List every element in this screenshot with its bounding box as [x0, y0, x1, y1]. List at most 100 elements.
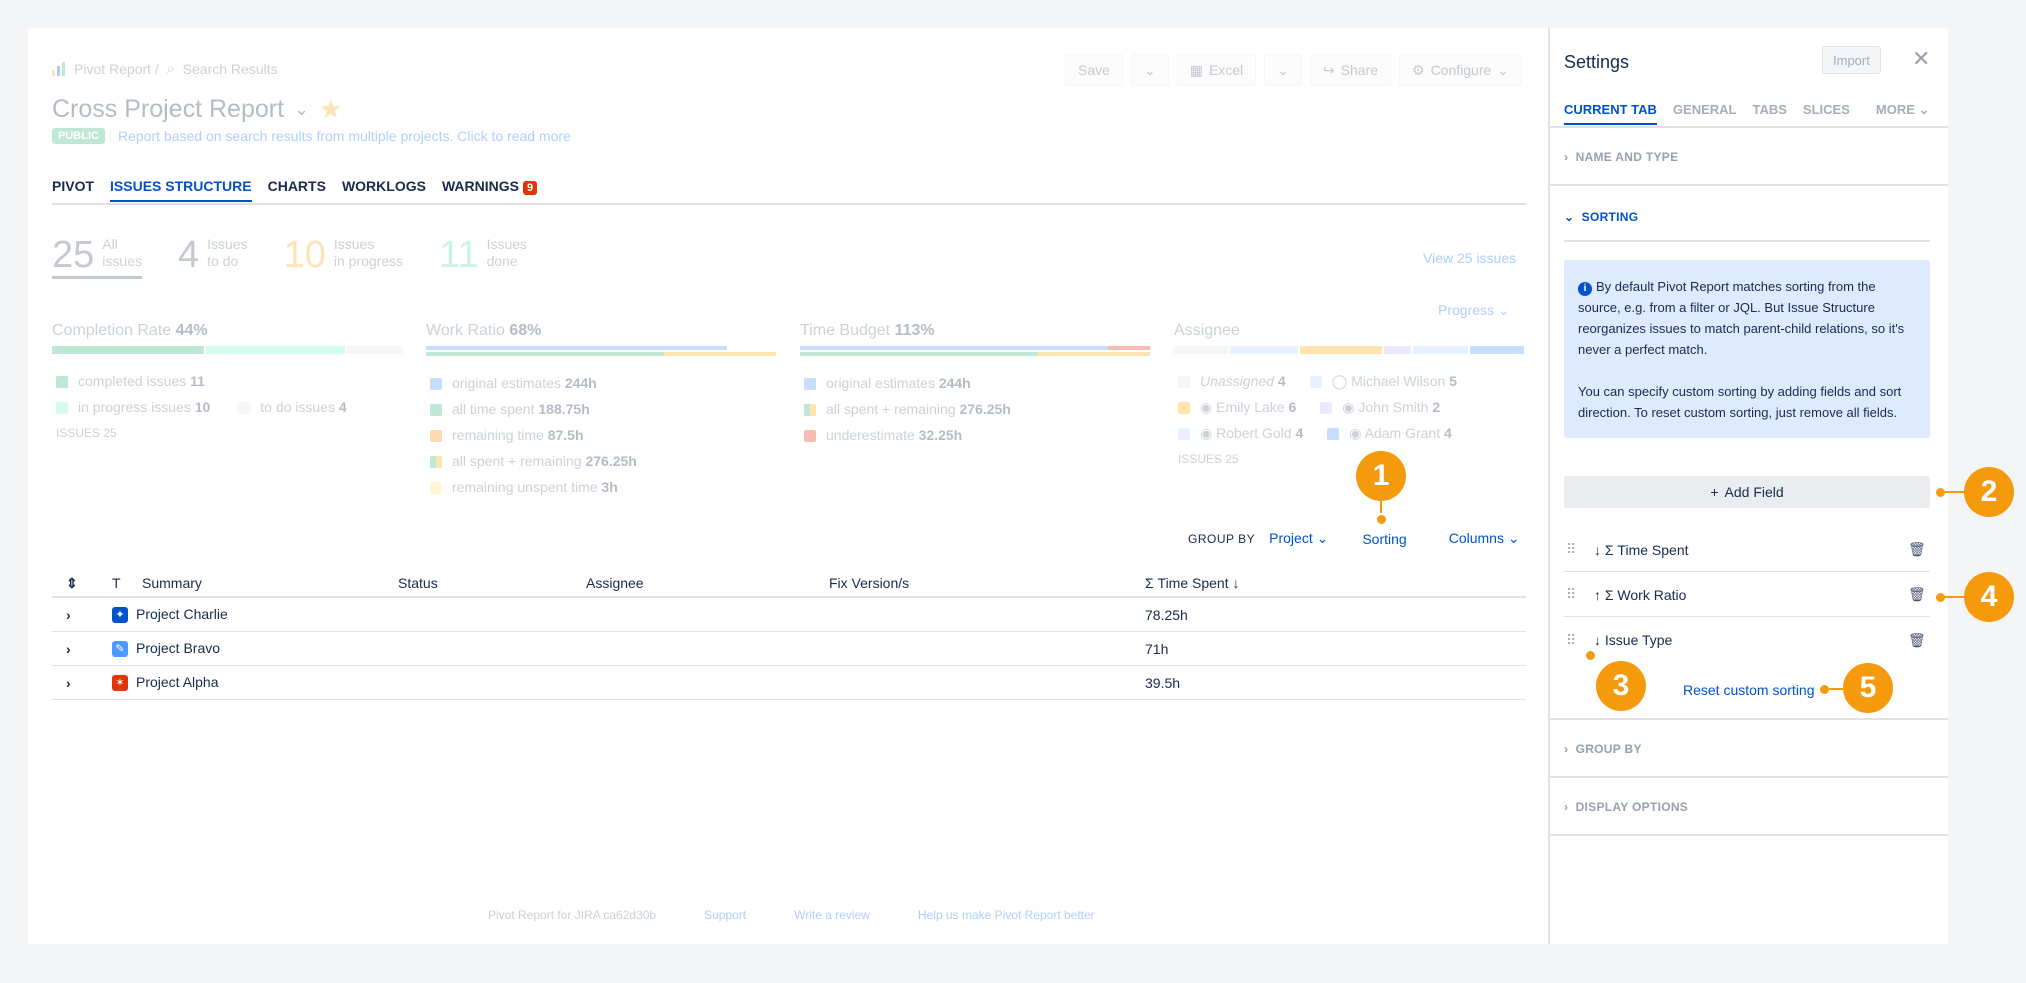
share-label: Share — [1340, 62, 1378, 78]
legend-value: 32.25h — [918, 427, 963, 443]
stat-done-issues[interactable]: 11 Issues done — [439, 236, 527, 279]
divider — [1550, 718, 1948, 720]
star-icon[interactable]: ★ — [319, 94, 342, 125]
col-summary[interactable]: Summary — [142, 575, 398, 591]
trash-icon[interactable]: 🗑 — [1908, 632, 1930, 649]
table-row[interactable]: › ✎ Project Bravo 71h — [52, 632, 1526, 666]
legend-item: all spent + remaining 276.25h — [426, 448, 776, 474]
legend-label: original estimates — [826, 375, 935, 391]
chevron-down-icon: ⌄ — [1564, 210, 1575, 224]
drag-handle-icon[interactable]: ⠿ — [1564, 541, 1594, 558]
report-title-text: Cross Project Report — [52, 95, 285, 123]
group-by-dropdown[interactable]: Project ⌄ — [1269, 530, 1328, 547]
divider — [1550, 184, 1948, 186]
info-paragraph: You can specify custom sorting by adding… — [1578, 384, 1902, 420]
tab-warnings[interactable]: WARNINGS 9 — [441, 178, 538, 202]
footer-version: Pivot Report for JIRA ca62d30b — [488, 908, 657, 922]
stat-todo-issues[interactable]: 4 Issues to do — [178, 236, 248, 279]
table-row[interactable]: › ✶ Project Alpha 39.5h — [52, 666, 1526, 700]
sorting-button[interactable]: Sorting — [1362, 531, 1406, 547]
progress-dropdown[interactable]: Progress ⌄ — [1438, 302, 1510, 319]
tab-pivot[interactable]: PIVOT — [52, 178, 94, 202]
sort-direction-icon[interactable]: ↑ — [1594, 587, 1601, 603]
metric-title: Time Budget — [800, 322, 891, 339]
trash-icon[interactable]: 🗑 — [1908, 541, 1930, 558]
tab-current[interactable]: CURRENT TAB — [1564, 102, 1657, 125]
chevron-down-icon: ⌄ — [1143, 61, 1156, 78]
import-button[interactable]: Import — [1822, 46, 1881, 74]
tab-warnings-label: WARNINGS — [441, 178, 519, 194]
assignee-title: Assignee — [1174, 322, 1240, 339]
save-button[interactable]: Save — [1065, 54, 1123, 86]
stat-label-line1: All — [102, 236, 118, 252]
drag-handle-icon[interactable]: ⠿ — [1564, 632, 1594, 649]
legend-item: all time spent 188.75h — [426, 396, 776, 422]
chevron-right-icon[interactable]: › — [52, 607, 112, 623]
tab-issues-structure[interactable]: ISSUES STRUCTURE — [110, 178, 252, 202]
breadcrumb-root[interactable]: Pivot Report / — [74, 61, 159, 77]
excel-button[interactable]: ▦ Excel — [1176, 54, 1257, 86]
tab-slices[interactable]: SLICES — [1803, 102, 1850, 125]
view-issues-link[interactable]: View 25 issues — [1423, 250, 1516, 266]
trash-icon[interactable]: 🗑 — [1908, 586, 1930, 603]
breadcrumb-current[interactable]: Search Results — [183, 61, 278, 77]
callout-2: 2 — [1964, 467, 2014, 517]
table-row[interactable]: › ✦ Project Charlie 78.25h — [52, 598, 1526, 632]
report-description[interactable]: Report based on search results from mult… — [118, 128, 571, 144]
tab-tabs[interactable]: TABS — [1752, 102, 1786, 125]
assignee-count: 4 — [1444, 425, 1452, 441]
drag-handle-icon[interactable]: ⠿ — [1564, 586, 1594, 603]
stat-inprogress-issues[interactable]: 10 Issues in progress — [284, 236, 404, 279]
sort-field-row[interactable]: ⠿ ↓ Issue Type 🗑 — [1564, 618, 1930, 662]
close-icon[interactable]: ✕ — [1912, 46, 1930, 72]
assignee-name: John Smith — [1358, 399, 1429, 415]
tab-more[interactable]: MORE ⌄ — [1876, 102, 1930, 125]
reset-sorting-link[interactable]: Reset custom sorting — [1683, 682, 1815, 698]
assignee-count: 4 — [1277, 373, 1286, 389]
section-name-and-type[interactable]: › NAME AND TYPE — [1564, 150, 1678, 164]
section-display-options[interactable]: › DISPLAY OPTIONS — [1564, 800, 1688, 814]
excel-menu-button[interactable]: ⌄ — [1264, 54, 1302, 86]
tab-general[interactable]: GENERAL — [1673, 102, 1737, 125]
sort-direction-icon[interactable]: ↓ — [1594, 632, 1601, 648]
legend-value: 3h — [601, 479, 618, 495]
feedback-link[interactable]: Help us make Pivot Report better — [918, 908, 1095, 922]
section-group-by[interactable]: › GROUP BY — [1564, 742, 1642, 756]
report-title[interactable]: Cross Project Report ⌄ ★ — [52, 94, 342, 125]
review-link[interactable]: Write a review — [794, 908, 870, 922]
stat-number: 4 — [177, 234, 200, 276]
expand-all-icon[interactable]: ⇕ — [52, 575, 112, 592]
col-fix-version[interactable]: Fix Version/s — [829, 575, 1145, 591]
configure-label: Configure — [1430, 62, 1492, 78]
sort-direction-icon[interactable]: ↓ — [1594, 542, 1601, 558]
legend-row: Unassigned 4 ◯ Michael Wilson 5 — [1174, 368, 1524, 394]
project-icon: ✎ — [112, 641, 128, 658]
col-time-spent[interactable]: Σ Time Spent ↓ — [1145, 575, 1526, 591]
col-status[interactable]: Status — [398, 575, 586, 591]
share-button[interactable]: ↪ Share — [1309, 54, 1391, 86]
tab-charts[interactable]: CHARTS — [268, 178, 326, 202]
group-by-label: GROUP BY — [1188, 531, 1256, 546]
work-ratio-bar — [426, 346, 776, 356]
col-type[interactable]: T — [112, 575, 142, 591]
support-link[interactable]: Support — [704, 908, 746, 922]
tab-worklogs[interactable]: WORKLOGS — [342, 178, 426, 202]
legend-item: in progress issues 10 to do issues 4 — [52, 394, 402, 420]
divider — [1550, 126, 1948, 128]
configure-button[interactable]: ⚙ Configure ⌄ — [1399, 54, 1522, 86]
section-sorting[interactable]: ⌄ SORTING — [1564, 210, 1638, 224]
row-summary: ✎ Project Bravo — [112, 640, 398, 658]
add-field-button[interactable]: + Add Field — [1564, 476, 1930, 508]
save-menu-button[interactable]: ⌄ — [1130, 54, 1169, 86]
chevron-right-icon[interactable]: › — [52, 641, 112, 657]
arrow-down-icon: ↓ — [1232, 575, 1240, 591]
stat-all-issues[interactable]: 25 All issues — [52, 236, 142, 279]
sort-field-row[interactable]: ⠿ ↓ Σ Time Spent 🗑 — [1564, 528, 1930, 572]
col-assignee[interactable]: Assignee — [586, 575, 829, 591]
legend-value: 244h — [564, 375, 597, 391]
chevron-right-icon[interactable]: › — [52, 675, 112, 691]
columns-dropdown[interactable]: Columns ⌄ — [1449, 530, 1520, 547]
callout-line — [1944, 491, 1964, 493]
chevron-right-icon: › — [1564, 150, 1569, 164]
sort-field-row[interactable]: ⠿ ↑ Σ Work Ratio 🗑 — [1564, 573, 1930, 617]
